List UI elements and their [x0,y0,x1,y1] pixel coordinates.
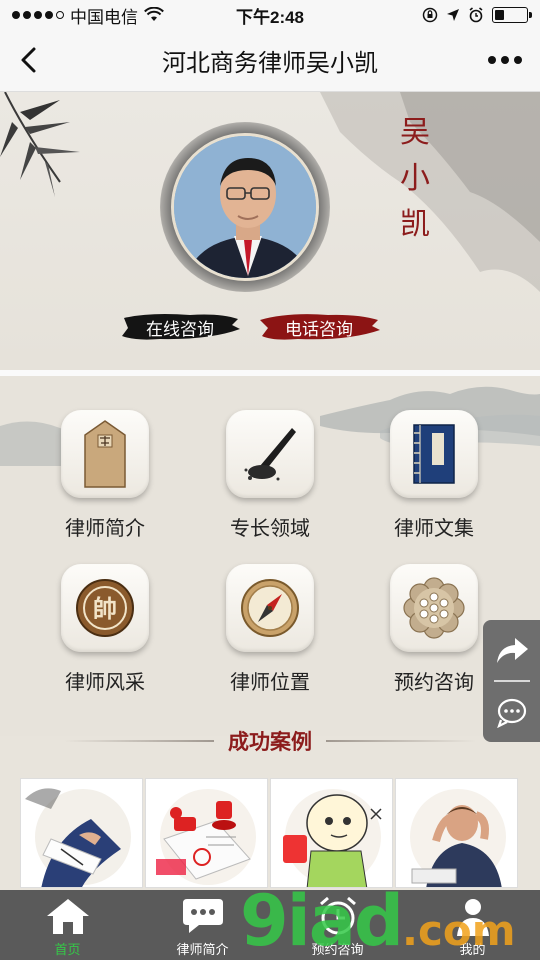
lawyer-avatar[interactable] [171,133,319,281]
lotus-icon [390,564,478,652]
menu-label: 专长领域 [230,518,310,540]
bottom-tab-bar: 首页 律师简介 预约咨询 我的 [0,890,540,960]
case-card[interactable] [270,778,393,888]
case-card[interactable] [395,778,518,888]
share-arrow-icon [496,638,528,663]
menu-appointment[interactable]: 预约咨询 [369,564,499,704]
svg-text:帥: 帥 [93,595,117,623]
book-icon [390,410,478,498]
online-consult-button[interactable]: 在线咨询 [120,310,240,344]
case-stamp-image [156,789,256,885]
header-line-right [326,740,476,742]
chess-shuai-icon: 帥 [61,564,149,652]
home-icon [46,899,89,934]
menu-label: 律师位置 [230,672,310,694]
tab-label: 我的 [459,942,486,957]
phone-consult-label: 电话咨询 [285,319,353,339]
floating-action-panel [483,620,540,742]
rotation-lock-icon [422,7,438,23]
menu-label: 预约咨询 [394,672,474,694]
status-bar: 中国电信 下午2:48 [0,0,540,30]
avatar-frame [160,122,330,292]
case-cartoon-image [283,789,382,887]
menu-expertise[interactable]: 专长领域 [205,410,335,550]
online-consult-label: 在线咨询 [146,319,214,339]
name-char: 吴 [400,115,430,150]
signal-strength-icon [12,11,64,19]
battery-icon [492,7,532,23]
lawyer-name-vertical: 吴 小 凯 [398,110,432,248]
nav-bar: 河北商务律师吴小凯 [0,30,540,92]
more-dot-icon [514,56,522,64]
success-cases-header: 成功案例 [0,726,540,756]
chevron-left-icon [21,47,36,73]
tab-label: 律师简介 [176,942,229,957]
customer-service-icon [496,698,526,728]
menu-articles[interactable]: 律师文集 [369,410,499,550]
more-dot-icon [501,56,509,64]
location-icon [447,9,459,21]
tab-label: 预约咨询 [311,942,364,957]
more-menu-button[interactable] [484,46,526,74]
page-title: 河北商务律师吴小凯 [162,50,378,77]
person-icon [456,899,489,936]
tab-appointment[interactable]: 预约咨询 [270,890,405,960]
tab-label: 首页 [54,942,81,957]
menu-label: 律师简介 [65,518,145,540]
case-stressed-man-image [410,789,506,887]
phone-consult-button[interactable]: 电话咨询 [258,310,380,344]
menu-lawyer-style[interactable]: 帥 律师风采 [40,564,170,704]
tablet-icon [61,410,149,498]
tab-mine[interactable]: 我的 [405,890,540,960]
case-signing-image [25,788,131,887]
feature-menu: 律师简介 专长领域 律师文集 帥 律师风采 律师位置 预约咨询 [0,376,540,736]
alarm-status-icon [469,7,483,23]
chat-icon [182,899,223,933]
menu-label: 律师风采 [65,672,145,694]
success-cases-title: 成功案例 [228,731,312,754]
case-card[interactable] [20,778,143,888]
menu-location[interactable]: 律师位置 [205,564,335,704]
back-button[interactable] [10,42,46,78]
share-button[interactable] [483,620,540,680]
tab-lawyer-intro[interactable]: 律师简介 [135,890,270,960]
success-cases-list [20,778,520,888]
name-char: 凯 [400,207,430,242]
wifi-icon [144,7,164,21]
case-card[interactable] [145,778,268,888]
tab-home[interactable]: 首页 [0,890,135,960]
carrier-label: 中国电信 [70,7,138,27]
menu-label: 律师文集 [394,518,474,540]
compass-icon [226,564,314,652]
menu-lawyer-intro[interactable]: 律师简介 [40,410,170,550]
lawyer-portrait-image [174,136,316,278]
bamboo-decoration-icon [0,92,80,197]
lawyer-profile-header: 吴 小 凯 在线咨询 电话咨询 [0,92,540,370]
brush-icon [226,410,314,498]
alarm-icon [319,896,356,935]
name-char: 小 [400,161,430,196]
header-line-left [64,740,214,742]
more-dot-icon [488,56,496,64]
